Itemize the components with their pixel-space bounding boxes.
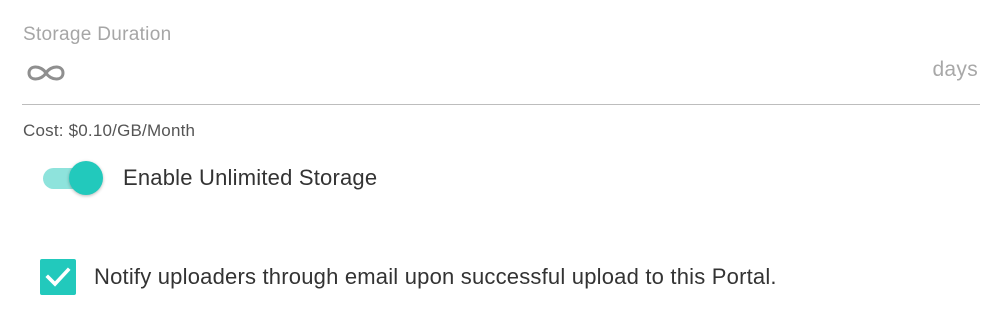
notify-uploaders-label: Notify uploaders through email upon succ…: [94, 264, 777, 289]
infinity-icon: [27, 65, 65, 81]
cost-text: Cost: $0.10/GB/Month: [23, 121, 196, 140]
days-suffix: days: [932, 58, 978, 81]
notify-uploaders-checkbox[interactable]: [40, 259, 76, 295]
storage-settings-panel: Storage Duration ∞ days Cost: $0.10/GB/M…: [0, 0, 1004, 322]
unlimited-storage-row: Enable Unlimited Storage: [40, 158, 377, 198]
notify-uploaders-row: Notify uploaders through email upon succ…: [40, 258, 777, 296]
checkmark-icon: [45, 267, 71, 287]
unlimited-storage-toggle[interactable]: [40, 158, 106, 198]
toggle-thumb[interactable]: [69, 161, 103, 195]
input-underline: [22, 104, 980, 105]
unlimited-storage-label: Enable Unlimited Storage: [123, 165, 378, 190]
storage-duration-label: Storage Duration: [23, 24, 172, 45]
storage-duration-field[interactable]: ∞ days: [22, 56, 980, 92]
